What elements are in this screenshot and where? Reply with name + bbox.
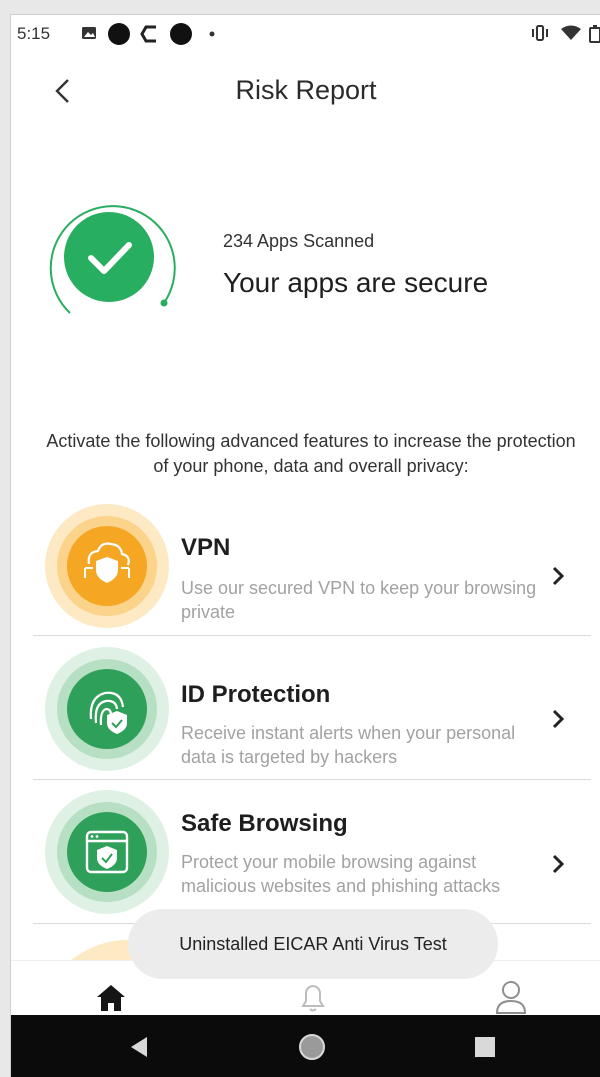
chevron-right-icon xyxy=(552,566,565,586)
back-triangle-icon[interactable] xyxy=(121,1029,157,1065)
feature-id-protection[interactable]: ID Protection Receive instant alerts whe… xyxy=(33,643,591,779)
page-title: Risk Report xyxy=(235,75,377,105)
feature-safe-browsing[interactable]: Safe Browsing Protect your mobile browsi… xyxy=(33,786,591,926)
nav-profile[interactable] xyxy=(489,975,533,1019)
circle-icon xyxy=(170,23,192,45)
recents-square-icon[interactable] xyxy=(467,1029,503,1065)
feature-id-protection-description: Receive instant alerts when your persona… xyxy=(181,723,516,767)
feature-vpn-description: Use our secured VPN to keep your browsin… xyxy=(181,578,537,622)
system-navigation-bar xyxy=(11,1015,600,1077)
bell-icon xyxy=(301,984,325,1012)
feature-vpn-title: VPN xyxy=(181,534,231,561)
dot-icon xyxy=(209,31,215,37)
toast-message: Uninstalled EICAR Anti Virus Test xyxy=(128,909,498,979)
wifi-icon xyxy=(561,25,581,40)
nav-home[interactable] xyxy=(89,975,133,1019)
feature-vpn[interactable]: VPN Use our secured VPN to keep your bro… xyxy=(33,500,591,635)
home-icon xyxy=(97,985,125,1011)
feature-safe-browsing-description: Protect your mobile browsing against mal… xyxy=(181,852,501,896)
chevron-right-icon xyxy=(552,709,565,729)
scan-summary: 234 Apps Scanned Your apps are secure xyxy=(11,205,600,355)
scan-progress-ring xyxy=(49,205,176,314)
fingerprint-shield-icon xyxy=(45,647,169,771)
security-status-title: Your apps are secure xyxy=(223,267,489,298)
status-bar: 5:15 xyxy=(11,15,600,51)
battery-icon xyxy=(589,25,600,43)
circle-icon xyxy=(108,23,130,45)
profile-icon xyxy=(495,981,527,1014)
check-badge xyxy=(64,212,154,302)
app-bar: Risk Report xyxy=(11,57,600,123)
home-circle-icon[interactable] xyxy=(294,1029,330,1065)
vibrate-icon xyxy=(532,25,548,41)
divider xyxy=(33,635,591,636)
status-time: 5:15 xyxy=(17,24,51,43)
c-app-icon xyxy=(140,25,156,43)
browser-shield-icon xyxy=(45,790,169,914)
nav-notifications[interactable] xyxy=(291,975,335,1019)
feature-id-protection-title: ID Protection xyxy=(181,681,331,708)
app-screen: 5:15 Risk Report 234 Apps Scanned Your a… xyxy=(10,14,600,1077)
apps-scanned-count: 234 Apps Scanned xyxy=(223,231,375,251)
features-intro: Activate the following advanced features… xyxy=(46,431,576,476)
divider xyxy=(33,779,591,780)
cloud-shield-icon xyxy=(45,504,169,628)
feature-safe-browsing-title: Safe Browsing xyxy=(181,810,348,837)
chevron-right-icon xyxy=(552,854,565,874)
image-icon xyxy=(82,27,96,39)
